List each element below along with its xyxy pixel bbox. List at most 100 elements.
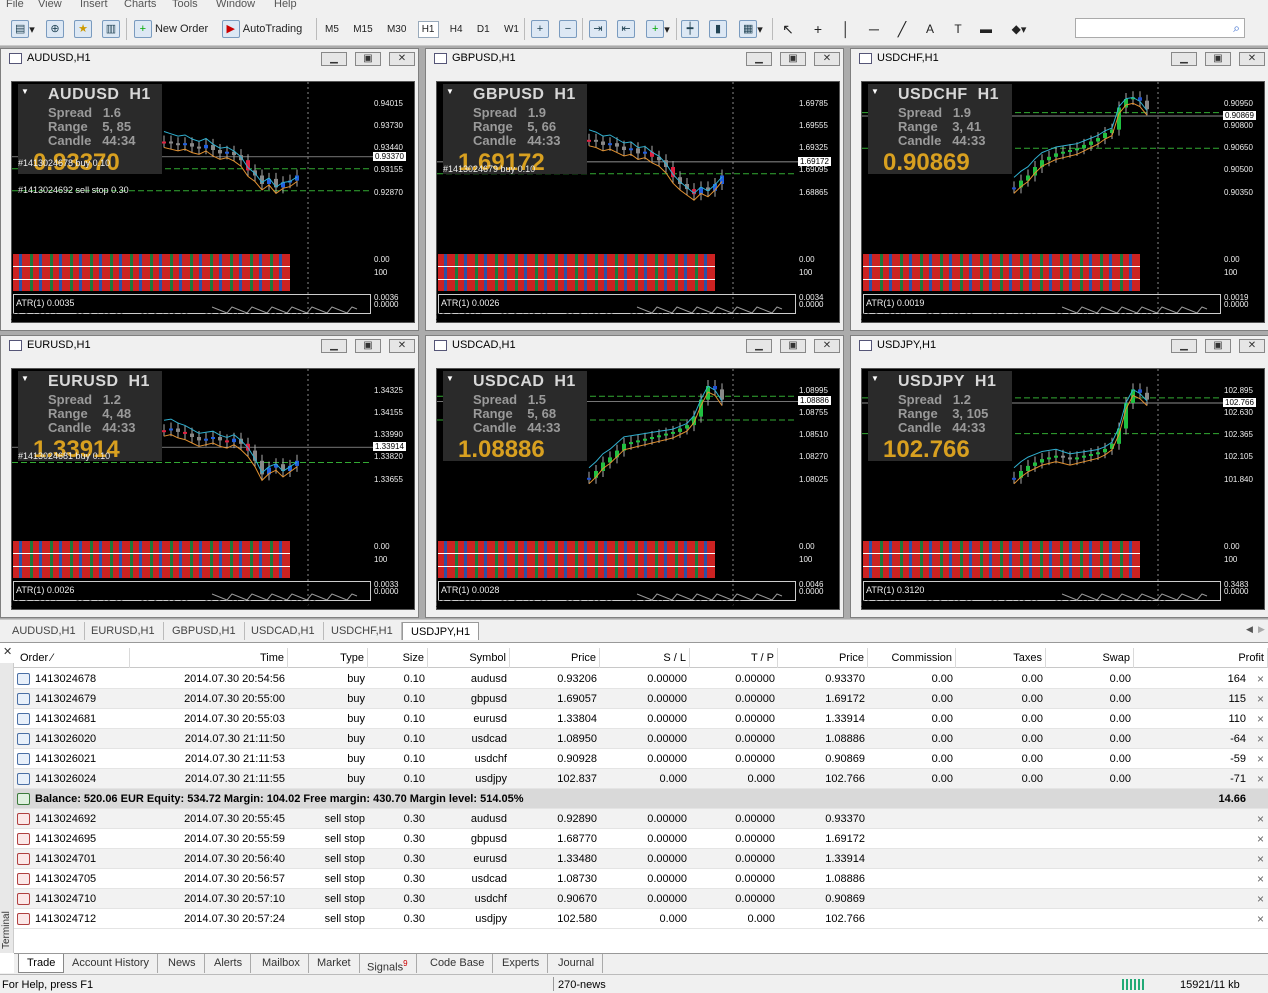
chart-menu-icon[interactable]: ▼: [21, 87, 29, 96]
close-order-icon[interactable]: ×: [1257, 809, 1264, 829]
maximize-button[interactable]: ▣: [355, 52, 381, 66]
minimize-button[interactable]: ▁: [321, 339, 347, 353]
close-button[interactable]: ✕: [814, 339, 840, 353]
close-order-icon[interactable]: ×: [1257, 729, 1264, 749]
close-order-icon[interactable]: ×: [1257, 769, 1264, 789]
close-order-icon[interactable]: ×: [1257, 749, 1264, 769]
menu-tools[interactable]: Tools: [172, 0, 198, 10]
open-trade-row[interactable]: 1413026024 2014.07.30 21:11:55 buy 0.10 usdj…: [14, 769, 1268, 789]
chart-shift-button[interactable]: ⇤: [616, 18, 636, 40]
tf-m15[interactable]: M15: [350, 22, 375, 37]
terminal-tab-market[interactable]: Market: [309, 954, 360, 973]
terminal-tab-alerts[interactable]: Alerts: [206, 954, 252, 973]
close-order-icon[interactable]: ×: [1257, 849, 1264, 869]
pending-order-row[interactable]: 1413024692 2014.07.30 20:55:45 sell stop 0.…: [14, 809, 1268, 829]
navigator-button[interactable]: ▥: [100, 18, 122, 40]
price-chart[interactable]: ▼ GBPUSD H1 Spread 1.9 Range 5, 66 Candl…: [436, 81, 840, 323]
window-tab-usdjpy[interactable]: USDJPY,H1: [402, 622, 480, 640]
shapes-button[interactable]: ◆ ▾: [1004, 18, 1034, 40]
favorites-button[interactable]: ★: [72, 18, 94, 40]
minimize-button[interactable]: ▁: [321, 52, 347, 66]
pending-order-row[interactable]: 1413024705 2014.07.30 20:56:57 sell stop 0.…: [14, 869, 1268, 889]
arrow-tool-button[interactable]: ▬: [976, 18, 996, 40]
search-input[interactable]: ⌕: [1075, 18, 1245, 38]
price-chart[interactable]: ▼ USDJPY H1 Spread 1.2 Range 3, 105 Cand…: [861, 368, 1265, 610]
menu-charts[interactable]: Charts: [124, 0, 156, 10]
chart-menu-icon[interactable]: ▼: [446, 374, 454, 383]
profiles-button[interactable]: ⊕: [44, 18, 66, 40]
terminal-tab-mailbox[interactable]: Mailbox: [254, 954, 309, 973]
chart-window-usdcad[interactable]: USDCAD,H1 ▁ ▣ ✕ ▼ USDCAD H1 Spread 1.5 R…: [425, 335, 844, 618]
tf-h1[interactable]: H1: [417, 20, 439, 38]
close-order-icon[interactable]: ×: [1257, 889, 1264, 909]
window-tab-gbpusd[interactable]: GBPUSD,H1: [164, 622, 245, 640]
window-tab-usdchf[interactable]: USDCHF,H1: [323, 622, 402, 640]
terminal-tab-news[interactable]: News: [160, 954, 205, 973]
chart-window-usdjpy[interactable]: USDJPY,H1 ▁ ▣ ✕ ▼ USDJPY H1 Spread 1.2 R…: [850, 335, 1268, 618]
chart-menu-icon[interactable]: ▼: [21, 374, 29, 383]
column-header-type[interactable]: Type: [288, 648, 368, 668]
autotrading-button[interactable]: ▶ AutoTrading: [216, 18, 308, 40]
maximize-button[interactable]: ▣: [780, 52, 806, 66]
chart-window-usdchf[interactable]: USDCHF,H1 ▁ ▣ ✕ ▼ USDCHF H1 Spread 1.9 R…: [850, 48, 1268, 331]
price-chart[interactable]: ▼ USDCHF H1 Spread 1.9 Range 3, 41 Candl…: [861, 81, 1265, 323]
close-button[interactable]: ✕: [1239, 339, 1265, 353]
menu-file[interactable]: File: [6, 0, 24, 10]
terminal-tab-account-history[interactable]: Account History: [64, 954, 159, 973]
close-order-icon[interactable]: ×: [1257, 869, 1264, 889]
maximize-button[interactable]: ▣: [1205, 339, 1231, 353]
terminal-tab-signals[interactable]: Signals9: [359, 954, 417, 974]
window-tab-usdcad[interactable]: USDCAD,H1: [243, 622, 324, 640]
auto-scroll-button[interactable]: ⇥: [588, 18, 608, 40]
tf-d1[interactable]: D1: [474, 22, 493, 37]
close-button[interactable]: ✕: [389, 52, 415, 66]
text-tool-button[interactable]: A: [920, 18, 940, 40]
chart-window-eurusd[interactable]: EURUSD,H1 ▁ ▣ ✕ ▼ EURUSD H1 Spread 1.2 R…: [0, 335, 419, 618]
window-tab-eurusd[interactable]: EURUSD,H1: [83, 622, 164, 640]
column-header-tp[interactable]: T / P: [690, 648, 778, 668]
maximize-button[interactable]: ▣: [780, 339, 806, 353]
horizontal-line-button[interactable]: ─: [864, 18, 884, 40]
column-header-taxes[interactable]: Taxes: [956, 648, 1046, 668]
tf-w1[interactable]: W1: [501, 22, 522, 37]
crosshair-button[interactable]: +: [808, 18, 828, 40]
pending-order-row[interactable]: 1413024701 2014.07.30 20:56:40 sell stop 0.…: [14, 849, 1268, 869]
price-chart[interactable]: ▼ EURUSD H1 Spread 1.2 Range 4, 48 Candl…: [11, 368, 415, 610]
open-trade-row[interactable]: 1413026020 2014.07.30 21:11:50 buy 0.10 usdc…: [14, 729, 1268, 749]
column-header-sl[interactable]: S / L: [600, 648, 690, 668]
pending-order-row[interactable]: 1413024712 2014.07.30 20:57:24 sell stop 0.…: [14, 909, 1268, 929]
chart-menu-icon[interactable]: ▼: [446, 87, 454, 96]
tabs-scroll-left-icon[interactable]: ◀: [1246, 624, 1253, 635]
minimize-button[interactable]: ▁: [1171, 52, 1197, 66]
column-header-swap[interactable]: Swap: [1046, 648, 1134, 668]
window-tab-audusd[interactable]: AUDUSD,H1: [4, 622, 85, 640]
close-order-icon[interactable]: ×: [1257, 709, 1264, 729]
column-header-profit[interactable]: Profit: [1134, 648, 1268, 668]
close-order-icon[interactable]: ×: [1257, 829, 1264, 849]
close-button[interactable]: ✕: [814, 52, 840, 66]
open-trade-row[interactable]: 1413024678 2014.07.30 20:54:56 buy 0.10 audu…: [14, 669, 1268, 689]
chart-menu-icon[interactable]: ▼: [871, 87, 879, 96]
column-header-price[interactable]: Price: [510, 648, 600, 668]
new-order-button[interactable]: + New Order: [130, 18, 212, 40]
column-header-commission[interactable]: Commission: [868, 648, 956, 668]
open-trade-row[interactable]: 1413024681 2014.07.30 20:55:03 buy 0.10 euru…: [14, 709, 1268, 729]
column-header-time[interactable]: Time: [130, 648, 288, 668]
close-order-icon[interactable]: ×: [1257, 909, 1264, 929]
open-trade-row[interactable]: 1413026021 2014.07.30 21:11:53 buy 0.10 usdc…: [14, 749, 1268, 769]
minimize-button[interactable]: ▁: [1171, 339, 1197, 353]
price-chart[interactable]: ▼ AUDUSD H1 Spread 1.6 Range 5, 85 Candl…: [11, 81, 415, 323]
close-button[interactable]: ✕: [389, 339, 415, 353]
zoom-out-button[interactable]: −: [558, 18, 578, 40]
maximize-button[interactable]: ▣: [1205, 52, 1231, 66]
column-header-size[interactable]: Size: [368, 648, 428, 668]
label-tool-button[interactable]: T: [948, 18, 968, 40]
menu-window[interactable]: Window: [216, 0, 255, 10]
column-header-order[interactable]: Order ⁄: [14, 648, 130, 668]
pending-order-row[interactable]: 1413024695 2014.07.30 20:55:59 sell stop 0.…: [14, 829, 1268, 849]
menu-help[interactable]: Help: [274, 0, 297, 10]
tf-h4[interactable]: H4: [447, 22, 466, 37]
trendline-button[interactable]: ╱: [892, 18, 912, 40]
close-button[interactable]: ✕: [1239, 52, 1265, 66]
minimize-button[interactable]: ▁: [746, 52, 772, 66]
